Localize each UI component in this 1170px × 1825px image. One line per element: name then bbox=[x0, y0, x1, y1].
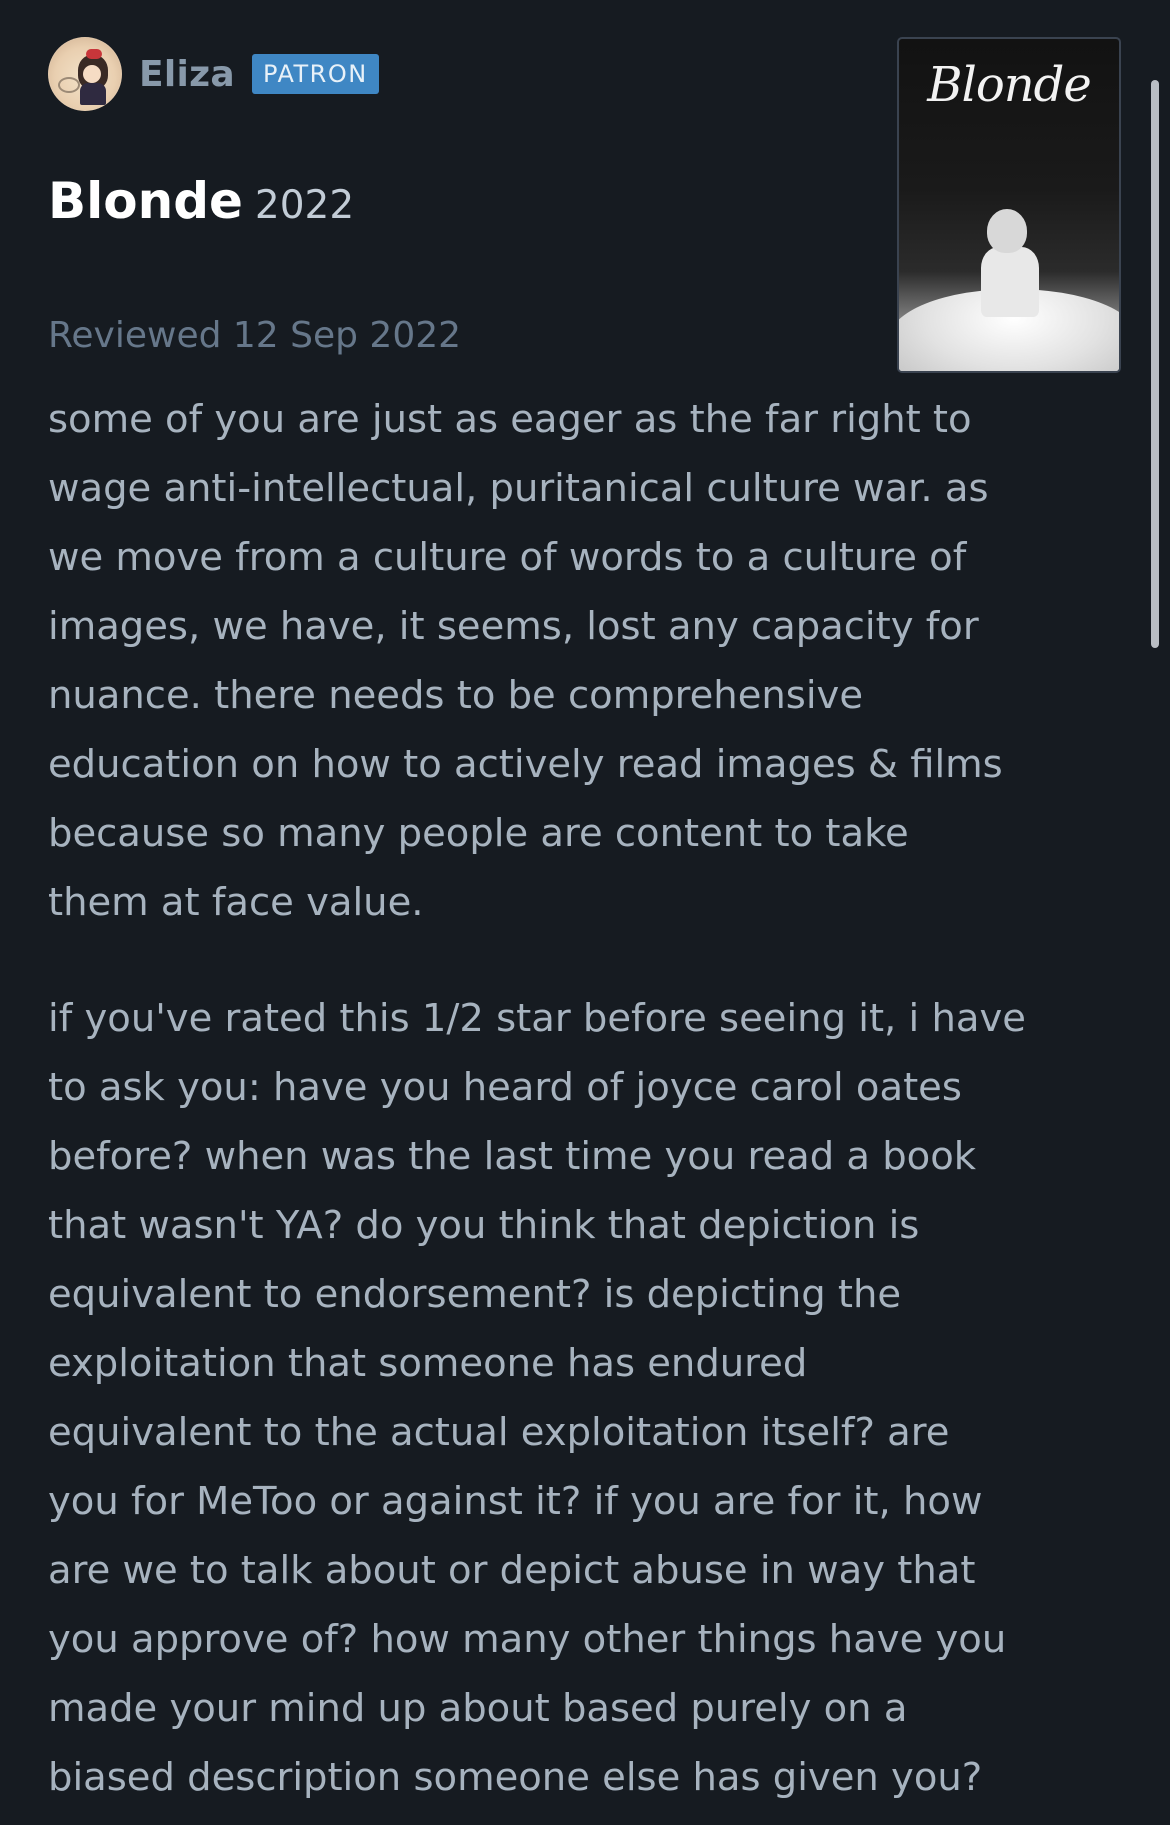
author-name-link[interactable]: Eliza bbox=[139, 54, 235, 95]
poster-figure-body bbox=[981, 247, 1039, 317]
review-header: Eliza PATRON bbox=[48, 37, 379, 111]
poster-figure-head bbox=[987, 209, 1027, 253]
avatar-face bbox=[83, 65, 101, 83]
patron-badge: PATRON bbox=[252, 54, 379, 94]
review-page: Eliza PATRON Blonde 2022 Reviewed 12 Sep… bbox=[0, 0, 1170, 1825]
review-body: some of you are just as eager as the far… bbox=[48, 385, 1118, 1825]
avatar-dress bbox=[80, 83, 106, 105]
film-title-link[interactable]: Blonde bbox=[48, 172, 243, 230]
film-poster[interactable]: Blonde bbox=[897, 37, 1121, 373]
scrollbar[interactable] bbox=[1151, 80, 1159, 648]
avatar-bow bbox=[86, 49, 102, 59]
review-paragraph: if you've rated this 1/2 star before see… bbox=[48, 996, 1026, 1800]
film-title-row: Blonde 2022 bbox=[48, 172, 354, 230]
review-paragraph: some of you are just as eager as the far… bbox=[48, 397, 1003, 925]
film-year-link[interactable]: 2022 bbox=[255, 183, 354, 228]
reviewed-date: Reviewed 12 Sep 2022 bbox=[48, 315, 462, 356]
avatar[interactable] bbox=[48, 37, 122, 111]
poster-title: Blonde bbox=[927, 57, 1092, 113]
avatar-doodle bbox=[58, 77, 80, 93]
